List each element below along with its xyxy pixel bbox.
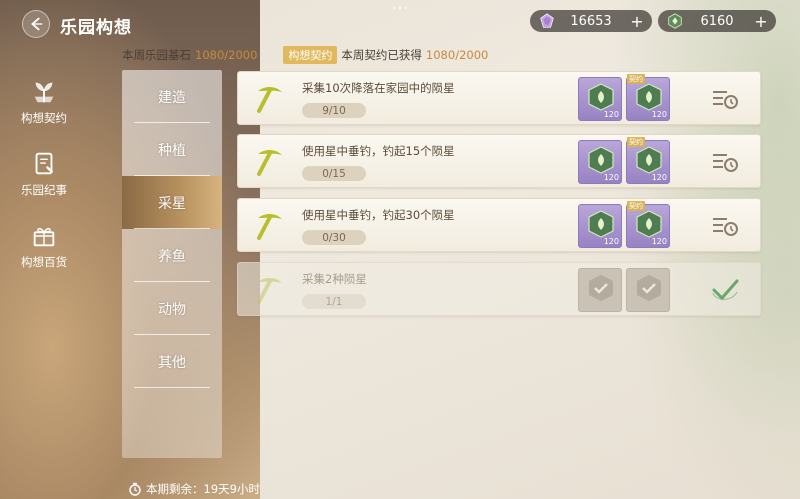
back-button[interactable] — [22, 10, 50, 38]
nav-label: 构想契约 — [21, 111, 67, 125]
nav-item-contract[interactable]: 构想契约 — [12, 78, 76, 150]
green-star-badge-icon — [588, 146, 614, 174]
gem-count: 16653 — [570, 13, 612, 29]
green-star-badge-icon — [636, 83, 662, 111]
weekly-stone-label: 本周乐园基石 — [122, 48, 191, 62]
category-animal[interactable]: 动物 — [122, 282, 222, 335]
reward-item[interactable]: 120 — [578, 140, 622, 184]
task-progress: 0/15 — [302, 166, 366, 181]
timer-text: 本期剩余：19天9小时 — [146, 482, 260, 496]
task-row-completed[interactable]: 采集2种陨星 1/1 — [237, 262, 761, 316]
contract-tag: 构想契约 — [283, 46, 338, 64]
task-progress: 0/30 — [302, 230, 366, 245]
pickaxe-icon — [257, 86, 282, 113]
currency-gem: 16653 + — [530, 10, 652, 32]
back-arrow-icon — [31, 17, 43, 31]
header: 乐园构想 16653 + 6160 + — [0, 0, 800, 46]
journal-icon — [35, 152, 54, 175]
reward-item[interactable]: 120 — [578, 77, 622, 121]
page-title: 乐园构想 — [60, 18, 132, 38]
task-title: 采集10次降落在家园中的陨星 — [302, 81, 455, 95]
green-star-icon — [668, 13, 682, 29]
pickaxe-icon — [257, 277, 282, 304]
reward-item-claimed — [578, 268, 622, 312]
category-other[interactable]: 其他 — [122, 335, 222, 388]
weekly-stone-value: 1080/2000 — [195, 48, 258, 62]
contract-value: 1080/2000 — [425, 48, 489, 62]
star-count: 6160 — [700, 13, 734, 29]
pickaxe-icon — [257, 213, 282, 240]
green-star-badge-icon — [588, 210, 614, 238]
category-star-collect[interactable]: 采星 — [122, 176, 222, 229]
currency-star: 6160 + — [658, 10, 776, 32]
category-list: 建造 种植 采星 养鱼 动物 其他 — [122, 70, 222, 458]
task-title: 采集2种陨星 — [302, 272, 367, 286]
claimed-check-icon — [589, 275, 613, 301]
reward-item-claimed — [626, 268, 670, 312]
completed-check-icon — [712, 279, 739, 301]
nav-item-store[interactable]: 构想百货 — [12, 222, 76, 294]
category-fish[interactable]: 养鱼 — [122, 229, 222, 282]
reward-item[interactable]: 120 — [578, 204, 622, 248]
gift-box-icon — [33, 227, 55, 247]
stopwatch-icon — [129, 482, 141, 496]
nav-item-journal[interactable]: 乐园纪事 — [12, 150, 76, 222]
reward-count: 120 — [603, 110, 619, 119]
left-nav: 构想契约 乐园纪事 构想百货 — [12, 78, 76, 294]
task-row[interactable]: 采集10次降落在家园中的陨星 9/10 120 契约 120 — [237, 71, 761, 125]
task-title: 使用星中垂钓，钓起15个陨星 — [302, 144, 455, 158]
category-build[interactable]: 建造 — [122, 70, 222, 123]
task-progress: 9/10 — [302, 103, 366, 118]
category-plant[interactable]: 种植 — [122, 123, 222, 176]
pending-clock-icon[interactable] — [710, 86, 740, 112]
task-title: 使用星中垂钓，钓起30个陨星 — [302, 208, 455, 222]
reward-item[interactable]: 契约 120 — [626, 74, 670, 121]
add-gem-button[interactable]: + — [626, 12, 648, 31]
reward-item[interactable]: 契约 120 — [626, 137, 670, 184]
reward-count: 120 — [651, 110, 667, 119]
weekly-info: 本周乐园基石 1080/2000 构想契约 本周契约已获得 1080/2000 — [122, 46, 488, 64]
reward-count: 120 — [603, 173, 619, 182]
green-star-badge-icon — [636, 146, 662, 174]
task-progress: 1/1 — [302, 294, 366, 309]
reward-count: 120 — [603, 237, 619, 246]
nav-label: 构想百货 — [21, 255, 67, 269]
green-star-badge-icon — [588, 83, 614, 111]
plant-emblem-icon — [34, 82, 54, 103]
add-star-button[interactable]: + — [750, 12, 772, 31]
task-row[interactable]: 使用星中垂钓，钓起30个陨星 0/30 120 契约 120 — [237, 198, 761, 252]
pending-clock-icon[interactable] — [710, 149, 740, 175]
pickaxe-icon — [257, 149, 282, 176]
purple-gem-icon — [540, 13, 554, 28]
nav-label: 乐园纪事 — [21, 183, 67, 197]
claimed-check-icon — [637, 275, 661, 301]
task-row[interactable]: 使用星中垂钓，钓起15个陨星 0/15 120 契约 120 — [237, 134, 761, 188]
reward-count: 120 — [651, 237, 667, 246]
pending-clock-icon[interactable] — [710, 213, 740, 239]
season-timer: 本期剩余：19天9小时 — [128, 481, 260, 497]
reward-item[interactable]: 契约 120 — [626, 201, 670, 248]
green-star-badge-icon — [636, 210, 662, 238]
reward-count: 120 — [651, 173, 667, 182]
contract-label: 本周契约已获得 — [341, 48, 422, 62]
